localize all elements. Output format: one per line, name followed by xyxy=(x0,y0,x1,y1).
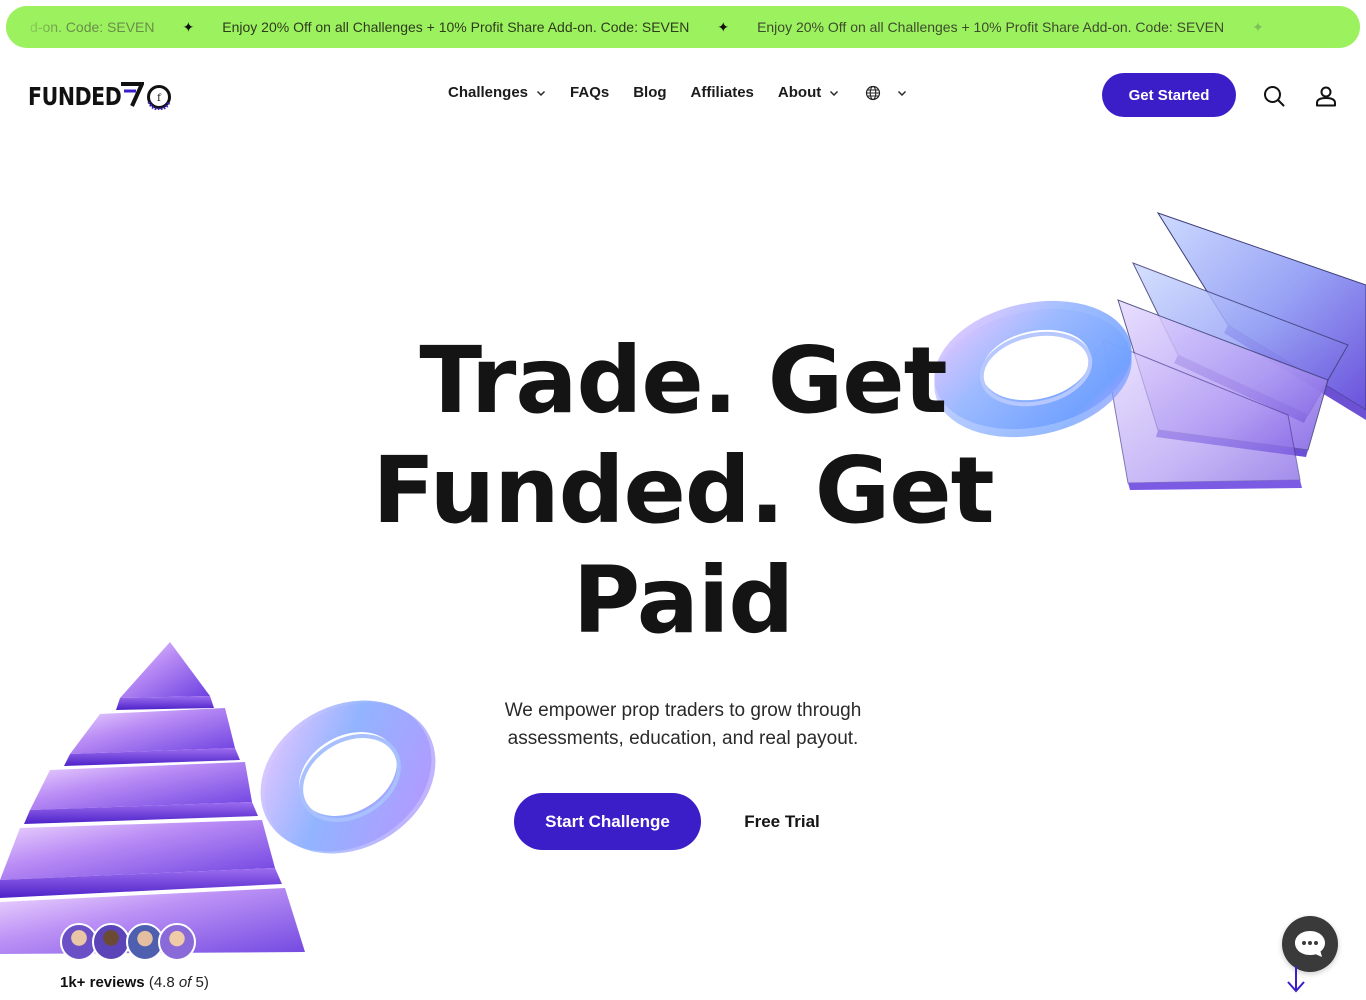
reviewer-avatars xyxy=(60,923,200,963)
arrow-down-icon[interactable] xyxy=(1285,964,1307,994)
nav-item-affiliates[interactable]: Affiliates xyxy=(691,84,754,101)
reviews-count: 1k+ reviews xyxy=(60,974,145,991)
nav-item-label: About xyxy=(777,84,822,101)
get-started-button[interactable]: Get Started xyxy=(1102,73,1236,117)
hero-title-line: Paid xyxy=(572,547,794,654)
nav-item-about[interactable]: About xyxy=(778,84,839,101)
sparkle-icon: ✦ xyxy=(182,18,195,35)
glass-pyramid-illustration xyxy=(0,642,436,954)
promo-fade-left xyxy=(6,6,66,48)
user-icon[interactable] xyxy=(1314,84,1338,108)
site-header: FUNDED f Challenges FAQs Blog Affiliates… xyxy=(0,62,1366,128)
globe-icon xyxy=(866,85,881,100)
logo-seven-icon xyxy=(121,82,144,107)
chevron-down-icon xyxy=(830,90,839,96)
site-logo[interactable]: FUNDED f xyxy=(28,80,171,112)
promo-banner: d-on. Code: SEVEN ✦ Enjoy 20% Off on all… xyxy=(6,6,1360,48)
free-trial-button[interactable]: Free Trial xyxy=(728,793,836,850)
nav-item-label: Challenges xyxy=(448,84,529,101)
rating-of: of xyxy=(178,974,192,991)
promo-marquee: d-on. Code: SEVEN ✦ Enjoy 20% Off on all… xyxy=(6,6,1292,48)
hero-title-line: Funded. Get xyxy=(372,437,994,544)
promo-text: Enjoy 20% Off on all Challenges + 10% Pr… xyxy=(222,19,690,35)
start-challenge-button[interactable]: Start Challenge xyxy=(514,793,701,850)
nav-item-faqs[interactable]: FAQs xyxy=(570,84,609,101)
chevron-down-icon xyxy=(898,90,907,96)
promo-fade-right xyxy=(1280,6,1360,48)
chevron-down-icon xyxy=(537,90,546,96)
rating-close: 5) xyxy=(191,974,209,991)
hero-title: Trade. Get Funded. Get Paid xyxy=(333,326,1033,656)
avatar xyxy=(158,923,196,961)
svg-text:f: f xyxy=(157,93,162,104)
nav-item-challenges[interactable]: Challenges xyxy=(448,84,546,101)
nav-item-label: FAQs xyxy=(570,84,610,101)
rating-open: (4.8 xyxy=(148,974,179,991)
nav-item-label: Affiliates xyxy=(690,84,754,101)
nav-item-blog[interactable]: Blog xyxy=(633,84,666,101)
chat-bubble-icon xyxy=(1295,931,1325,957)
nav-item-label: Blog xyxy=(633,84,667,101)
main-nav: Challenges FAQs Blog Affiliates About xyxy=(448,84,907,101)
logo-badge-icon: f xyxy=(147,85,171,110)
hero-title-line: Trade. Get xyxy=(419,327,947,434)
promo-text: Enjoy 20% Off on all Challenges + 10% Pr… xyxy=(757,19,1225,35)
search-icon[interactable] xyxy=(1262,84,1286,108)
hero-subtitle: We empower prop traders to grow through … xyxy=(433,697,933,753)
sparkle-icon: ✦ xyxy=(1252,18,1264,35)
avatar xyxy=(92,923,130,961)
sparkle-icon: ✦ xyxy=(717,18,730,35)
logo-wordmark: FUNDED xyxy=(28,81,122,111)
reviews-summary: 1k+ reviews (4.8 of 5) xyxy=(60,974,209,991)
hero-subtitle-line: We empower prop traders to grow through xyxy=(504,700,862,721)
language-selector[interactable] xyxy=(865,85,907,101)
hero-subtitle-line: assessments, education, and real payout. xyxy=(507,728,859,749)
